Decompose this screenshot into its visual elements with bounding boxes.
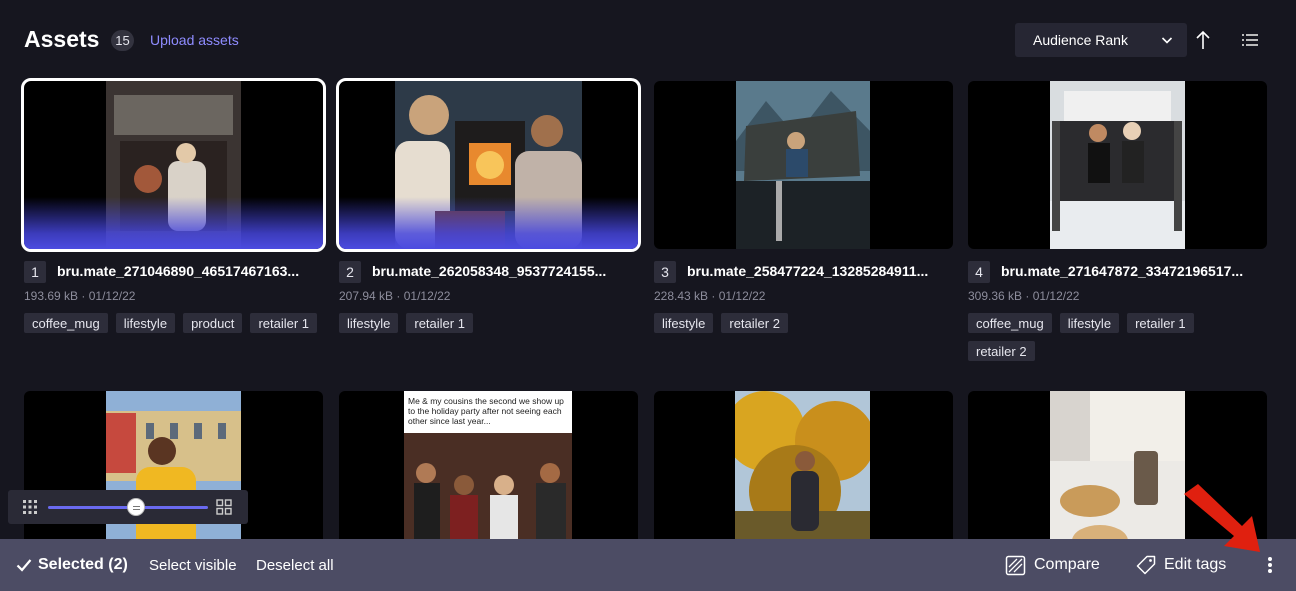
grid-large-icon[interactable] <box>216 499 232 515</box>
asset-image <box>735 391 870 559</box>
asset-image: Me & my cousins the second we show up to… <box>404 391 572 559</box>
compare-button[interactable]: Compare <box>1005 539 1100 591</box>
asset-image <box>1050 391 1185 559</box>
asset-image <box>1050 81 1185 249</box>
tag[interactable]: lifestyle <box>339 313 399 333</box>
upload-assets-link[interactable]: Upload assets <box>150 32 239 48</box>
asset-date: 01/12/22 <box>1032 289 1080 303</box>
asset-filename[interactable]: bru.mate_258477224_13285284911... <box>687 263 953 279</box>
zoom-slider[interactable] <box>8 490 248 524</box>
asset-date: 01/12/22 <box>88 289 136 303</box>
asset-count-badge: 15 <box>111 30 134 51</box>
selected-count: Selected (2) <box>16 539 128 591</box>
zoom-handle[interactable] <box>127 498 145 516</box>
selection-overlay <box>24 197 323 249</box>
meta-separator: · <box>1025 289 1030 303</box>
more-options-icon[interactable] <box>1262 539 1278 591</box>
tag-icon <box>1136 555 1156 575</box>
page-header: Assets 15 Upload assets Audience Rank <box>0 0 1296 80</box>
asset-thumbnail[interactable] <box>968 81 1267 249</box>
asset-meta: 207.94 kB · 01/12/22 <box>339 289 638 305</box>
edit-tags-label: Edit tags <box>1164 556 1227 573</box>
asset-filename[interactable]: bru.mate_271046890_46517467163... <box>57 263 323 279</box>
asset-filename[interactable]: bru.mate_262058348_9537724155... <box>372 263 638 279</box>
asset-card[interactable]: Me & my cousins the second we show up to… <box>339 391 638 559</box>
asset-tags: lifestyle retailer 2 <box>654 313 953 333</box>
asset-meta: 193.69 kB · 01/12/22 <box>24 289 323 305</box>
tag[interactable]: retailer 2 <box>721 313 788 333</box>
asset-image <box>736 81 870 249</box>
asset-tags: lifestyle retailer 1 <box>339 313 638 333</box>
asset-thumbnail[interactable] <box>654 81 953 249</box>
tag[interactable]: lifestyle <box>654 313 714 333</box>
asset-card[interactable]: 2 bru.mate_262058348_9537724155... 207.9… <box>336 78 641 333</box>
edit-tags-button[interactable]: Edit tags <box>1136 539 1226 591</box>
asset-filename[interactable]: bru.mate_271647872_33472196517... <box>1001 263 1267 279</box>
tag[interactable]: retailer 2 <box>968 341 1035 361</box>
asset-thumbnail[interactable] <box>654 391 953 559</box>
asset-meta: 309.36 kB · 01/12/22 <box>968 289 1267 305</box>
asset-index: 4 <box>968 261 990 283</box>
meta-separator: · <box>81 289 86 303</box>
deselect-all-button[interactable]: Deselect all <box>256 539 334 591</box>
selected-label: Selected (2) <box>38 556 128 573</box>
check-icon <box>16 559 32 572</box>
asset-size: 207.94 kB <box>339 289 394 303</box>
tag[interactable]: coffee_mug <box>968 313 1052 333</box>
tag[interactable]: retailer 1 <box>250 313 318 333</box>
compare-icon <box>1005 555 1026 575</box>
asset-thumbnail[interactable] <box>968 391 1267 559</box>
asset-card[interactable]: 4 bru.mate_271647872_33472196517... 309.… <box>968 81 1267 361</box>
asset-thumbnail[interactable]: Me & my cousins the second we show up to… <box>339 391 638 559</box>
tag[interactable]: retailer 1 <box>406 313 473 333</box>
sort-select[interactable]: Audience Rank <box>1015 23 1187 57</box>
select-visible-button[interactable]: Select visible <box>149 539 237 591</box>
tag[interactable]: retailer 1 <box>1127 313 1194 333</box>
asset-image <box>106 391 241 559</box>
asset-size: 193.69 kB <box>24 289 79 303</box>
list-view-icon[interactable] <box>1240 30 1260 50</box>
asset-size: 309.36 kB <box>968 289 1023 303</box>
meta-separator: · <box>396 289 401 303</box>
chevron-down-icon <box>1161 37 1173 44</box>
asset-meta: 228.43 kB · 01/12/22 <box>654 289 953 305</box>
grid-small-icon[interactable] <box>22 499 38 515</box>
asset-index: 2 <box>339 261 361 283</box>
tag[interactable]: lifestyle <box>115 313 176 333</box>
selection-overlay <box>339 197 638 249</box>
tag[interactable]: product <box>183 313 243 333</box>
asset-index: 1 <box>24 261 46 283</box>
asset-thumbnail[interactable] <box>21 78 326 252</box>
asset-card[interactable]: 3 bru.mate_258477224_13285284911... 228.… <box>654 81 953 333</box>
asset-tags: coffee_mug lifestyle retailer 1 retailer… <box>968 313 1267 361</box>
meme-caption: Me & my cousins the second we show up to… <box>404 391 572 433</box>
asset-size: 228.43 kB <box>654 289 709 303</box>
page-title: Assets <box>24 26 100 52</box>
asset-card[interactable] <box>654 391 953 559</box>
asset-card[interactable] <box>968 391 1267 559</box>
asset-thumbnail[interactable] <box>24 391 323 559</box>
asset-date: 01/12/22 <box>403 289 451 303</box>
selection-toolbar: Selected (2) Select visible Deselect all… <box>0 539 1296 591</box>
asset-tags: coffee_mug lifestyle product retailer 1 <box>24 313 323 333</box>
asset-card[interactable] <box>24 391 323 559</box>
asset-date: 01/12/22 <box>718 289 766 303</box>
tag[interactable]: lifestyle <box>1059 313 1120 333</box>
compare-label: Compare <box>1034 556 1100 573</box>
sort-select-value: Audience Rank <box>1033 32 1128 48</box>
tag[interactable]: coffee_mug <box>24 313 108 333</box>
asset-thumbnail[interactable] <box>336 78 641 252</box>
sort-ascending-icon[interactable] <box>1193 29 1213 51</box>
asset-index: 3 <box>654 261 676 283</box>
meta-separator: · <box>711 289 716 303</box>
asset-card[interactable]: 1 bru.mate_271046890_46517467163... 193.… <box>21 78 326 333</box>
